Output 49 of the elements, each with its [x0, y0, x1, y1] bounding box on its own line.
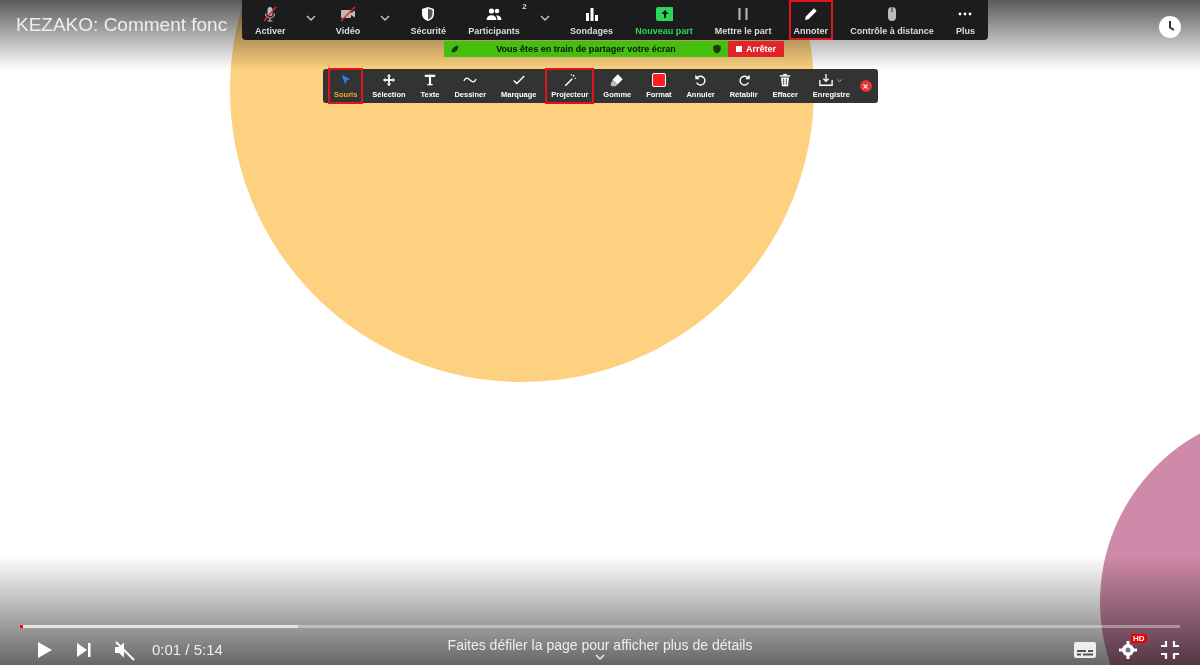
play-icon — [36, 640, 54, 659]
hd-badge: HD — [1131, 633, 1147, 643]
toolbar-button[interactable]: Activer — [250, 0, 291, 40]
muted-speaker-icon — [114, 638, 136, 661]
eraser-icon — [610, 73, 625, 87]
camera-icon — [340, 6, 356, 22]
toolbar-button[interactable]: Contrôle à distance — [845, 0, 939, 40]
next-button[interactable] — [76, 641, 92, 658]
toolbar-button[interactable]: Plus — [950, 0, 980, 40]
toolbar-button[interactable]: Mettre le part — [709, 0, 777, 40]
clock-icon — [1158, 15, 1182, 39]
download-icon — [819, 73, 834, 87]
bar-chart-icon — [583, 6, 600, 22]
leaf-icon — [450, 44, 460, 54]
text-tool-icon — [423, 73, 437, 87]
move-icon — [381, 73, 396, 87]
trash-icon — [778, 73, 793, 87]
stop-share-button[interactable]: Arrêter — [728, 41, 784, 57]
close-icon — [862, 82, 870, 90]
subtitles-icon — [1074, 641, 1096, 658]
volume-button[interactable] — [114, 638, 136, 661]
participant-count: 2 — [522, 2, 527, 11]
sharing-message: Vous êtes en train de partager votre écran — [495, 44, 677, 54]
settings-icon — [1118, 639, 1138, 660]
time-display: 0:01 / 5:14 — [152, 641, 223, 658]
toolbar-button[interactable]: Nouveau part — [630, 0, 698, 40]
close-button[interactable] — [859, 80, 872, 92]
exit-fullscreen-button[interactable] — [1160, 639, 1180, 660]
toolbar-button[interactable]: Annoter — [788, 0, 834, 40]
toolbar-button[interactable]: Sondages — [565, 0, 619, 40]
undo-icon — [693, 73, 708, 87]
play-button[interactable] — [36, 640, 54, 659]
share-screen-icon — [654, 6, 673, 22]
toolbar-button[interactable]: Vidéo — [330, 0, 366, 40]
chevron-icon — [594, 653, 606, 661]
shield-icon — [712, 44, 722, 54]
check-icon — [511, 73, 526, 87]
exit-fullscreen-icon — [1160, 639, 1180, 660]
magic-wand-icon — [562, 73, 577, 87]
toolbar-button[interactable]: Participants 2 — [463, 0, 525, 40]
chevron-icon — [836, 76, 844, 84]
toolbar-button[interactable]: Sécurité — [405, 0, 451, 40]
skip-next-icon — [76, 641, 92, 658]
people-icon — [484, 6, 503, 22]
pencil-icon — [802, 6, 819, 22]
subtitles-button[interactable] — [1074, 641, 1096, 658]
scroll-hint: Faites défiler la page pour afficher plus de détails — [447, 637, 753, 653]
shield-icon — [420, 6, 437, 22]
microphone-icon — [262, 6, 279, 22]
